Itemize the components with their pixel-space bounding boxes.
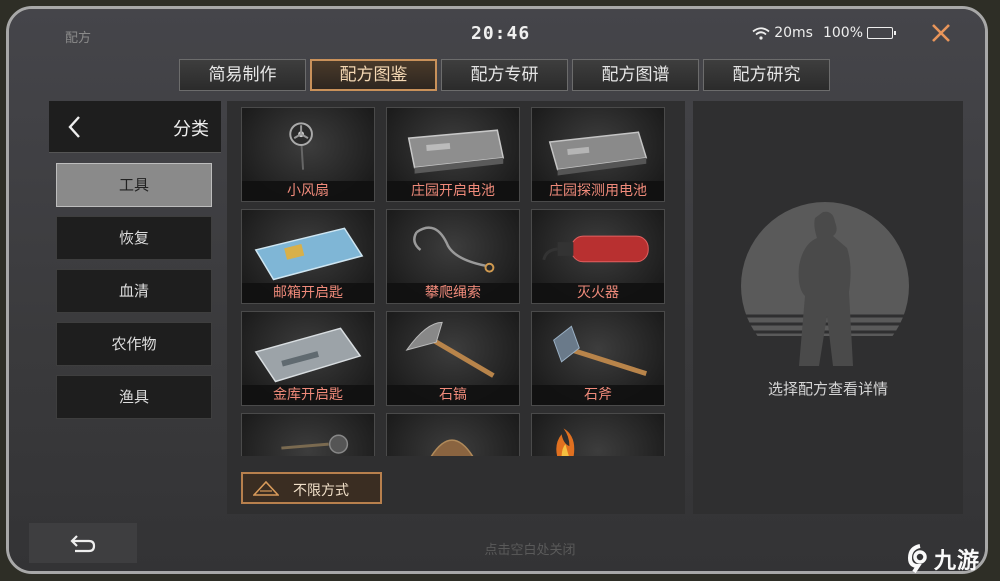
ping-readout: 20ms <box>774 25 813 41</box>
recipe-name: 石镐 <box>387 385 519 405</box>
recipe-name: 灭火器 <box>532 283 664 303</box>
clock: 20:46 <box>471 23 531 44</box>
battery-readout: 100% <box>822 25 863 41</box>
recipe-detail-panel: 选择配方查看详情 <box>693 101 963 514</box>
category-crops[interactable]: 农作物 <box>56 322 212 366</box>
recipe-tabs: 简易制作 配方图鉴 配方专研 配方图谱 配方研究 <box>179 59 830 91</box>
category-tools[interactable]: 工具 <box>56 163 212 207</box>
category-header: 分类 <box>49 101 221 153</box>
window-title: 配方 <box>65 31 92 46</box>
tap-blank-to-close-hint[interactable]: 点击空白处关闭 <box>9 539 985 558</box>
battery-pack-icon <box>548 131 648 176</box>
status-bar: 配方 20:46 20ms 100% <box>9 9 985 51</box>
recipe-name: 庄园开启电池 <box>387 181 519 201</box>
detail-hint: 选择配方查看详情 <box>767 380 888 398</box>
nine-game-logo-icon <box>907 544 927 574</box>
category-title: 分类 <box>173 119 209 140</box>
filter-method-button[interactable]: 不限方式 <box>241 472 382 504</box>
tab-recipe-study[interactable]: 配方专研 <box>441 59 568 91</box>
recipe-card[interactable] <box>531 413 665 456</box>
recipe-card[interactable]: 金库开启匙 <box>241 311 375 406</box>
network-status: 20ms 100% <box>752 25 896 41</box>
filter-method-label: 不限方式 <box>293 483 349 499</box>
recipe-grid-scroll[interactable]: 小风扇 庄园开启电池 庄园探测用电池 邮箱开启匙 攀爬绳索 灭火器 金库开启匙 … <box>241 107 671 456</box>
site-watermark: 九游 <box>906 543 980 575</box>
category-serum[interactable]: 血清 <box>56 269 212 313</box>
extinguisher-icon <box>542 235 649 263</box>
category-fishing[interactable]: 渔具 <box>56 375 212 419</box>
close-icon[interactable] <box>929 21 953 45</box>
recipe-card[interactable]: 石斧 <box>531 311 665 406</box>
axe-icon <box>553 325 648 376</box>
campfire-icon <box>556 428 575 456</box>
keycard-icon <box>254 227 364 281</box>
back-arrow-icon[interactable] <box>65 114 85 140</box>
bottom-bar: 点击空白处关闭 <box>9 523 985 571</box>
recipe-grid-panel: 小风扇 庄园开启电池 庄园探测用电池 邮箱开启匙 攀爬绳索 灭火器 金库开启匙 … <box>227 101 685 514</box>
recipe-card[interactable]: 庄园开启电池 <box>386 107 520 202</box>
tab-simple-craft[interactable]: 简易制作 <box>179 59 306 91</box>
game-window: 配方 20:46 20ms 100% 简易制作 配方图鉴 配方专研 配方图谱 配… <box>6 6 988 574</box>
recipe-card[interactable]: 灭火器 <box>531 209 665 304</box>
recipe-name: 庄园探测用电池 <box>532 181 664 201</box>
tab-recipe-research[interactable]: 配方研究 <box>703 59 830 91</box>
recipe-grid: 小风扇 庄园开启电池 庄园探测用电池 邮箱开启匙 攀爬绳索 灭火器 金库开启匙 … <box>241 107 671 456</box>
pickaxe-icon <box>405 321 495 378</box>
recipe-card[interactable] <box>386 413 520 456</box>
recipe-card[interactable]: 庄园探测用电池 <box>531 107 665 202</box>
recipe-card[interactable]: 攀爬绳索 <box>386 209 520 304</box>
recipe-name: 攀爬绳索 <box>387 283 519 303</box>
recipe-card[interactable]: 邮箱开启匙 <box>241 209 375 304</box>
keycard-icon <box>254 327 362 383</box>
pan-icon <box>281 434 349 454</box>
triangle-icon <box>253 481 279 496</box>
recipe-name: 邮箱开启匙 <box>242 283 374 303</box>
category-sidebar: 分类 工具 恢复 血清 农作物 渔具 <box>49 101 221 521</box>
tab-recipe-chart[interactable]: 配方图谱 <box>572 59 699 91</box>
basket-icon <box>430 439 474 456</box>
battery-pack-icon <box>407 129 505 174</box>
recipe-card[interactable]: 小风扇 <box>241 107 375 202</box>
survivor-silhouette-icon <box>741 202 909 366</box>
recipe-card[interactable] <box>241 413 375 456</box>
battery-icon <box>867 27 896 39</box>
recipe-name: 金库开启匙 <box>242 385 374 405</box>
grappling-hook-icon <box>413 226 495 273</box>
watermark-text: 九游 <box>933 549 980 574</box>
category-recovery[interactable]: 恢复 <box>56 216 212 260</box>
category-list: 工具 恢复 血清 农作物 渔具 <box>49 163 221 419</box>
tab-recipe-catalog[interactable]: 配方图鉴 <box>310 59 437 91</box>
fan-icon <box>289 122 313 170</box>
recipe-card[interactable]: 石镐 <box>386 311 520 406</box>
recipe-name: 石斧 <box>532 385 664 405</box>
recipe-name: 小风扇 <box>242 181 374 201</box>
wifi-icon <box>752 26 770 40</box>
